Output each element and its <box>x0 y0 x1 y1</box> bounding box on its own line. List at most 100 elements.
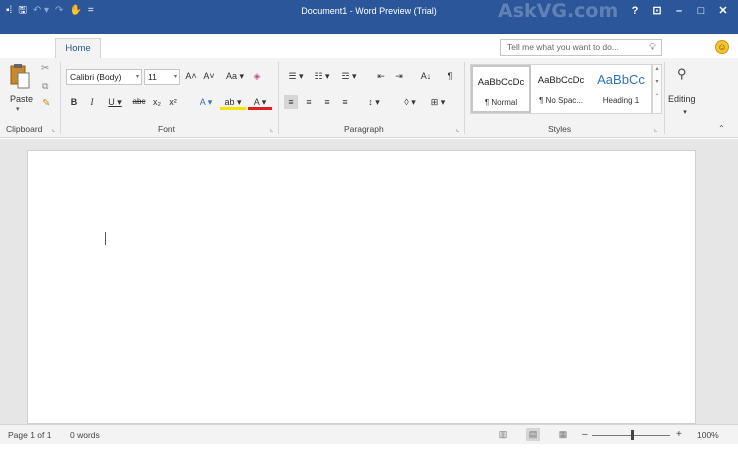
web-layout-icon[interactable]: ▦ <box>556 428 570 441</box>
title-bar: ▪⁞ 🖫 ↶ ▾ ↷ ✋ = Document1 - Word Preview … <box>0 0 738 60</box>
tab-insert[interactable]: Insert <box>112 38 146 58</box>
group-divider <box>464 62 465 134</box>
strikethrough-button[interactable]: abc <box>130 95 148 109</box>
italic-button[interactable]: I <box>86 95 98 109</box>
editing-dropdown-icon[interactable]: ▾ <box>680 106 690 120</box>
clipboard-group-label: Clipboard <box>6 124 43 134</box>
paragraph-group-label: Paragraph <box>344 124 384 134</box>
style-sample: AaBbCcDc <box>537 75 585 86</box>
style-heading-1[interactable]: AaBbCc Heading 1 <box>591 65 651 113</box>
styles-scroll[interactable]: ▴ ▾ ⌄ <box>652 64 662 114</box>
style-name: ¶ No Spac... <box>539 96 583 105</box>
decrease-indent-button[interactable]: ⇤ <box>374 69 388 83</box>
increase-indent-button[interactable]: ⇥ <box>392 69 406 83</box>
tab-review[interactable]: Review <box>396 38 438 58</box>
chevron-down-icon: ▾ <box>135 74 139 80</box>
bullets-button[interactable]: ☰ ▾ <box>284 69 308 83</box>
zoom-level[interactable]: 100% <box>697 430 719 440</box>
editing-button[interactable]: Editing <box>668 94 696 104</box>
tab-references[interactable]: References <box>266 38 324 58</box>
subscript-button[interactable]: x₂ <box>150 95 164 109</box>
group-divider <box>278 62 279 134</box>
align-right-button[interactable]: ≡ <box>320 95 334 109</box>
line-spacing-button[interactable]: ↕ ▾ <box>362 95 386 109</box>
text-cursor <box>105 232 106 245</box>
paste-dropdown-icon[interactable]: ▾ <box>16 105 20 113</box>
status-bar: Page 1 of 1 0 words ▥ ▤ ▦ – + 100% <box>0 424 738 444</box>
styles-gallery: AaBbCcDc ¶ Normal AaBbCcDc ¶ No Spac... … <box>470 64 652 114</box>
tell-me-search-input[interactable]: Tell me what you want to do... 💡︎ <box>500 39 662 56</box>
superscript-button[interactable]: x² <box>166 95 180 109</box>
style-no-spacing[interactable]: AaBbCcDc ¶ No Spac... <box>531 65 591 113</box>
document-page[interactable] <box>27 150 696 424</box>
style-name: ¶ Normal <box>484 98 518 107</box>
tab-design[interactable]: Design <box>158 38 198 58</box>
clipboard-launcher-icon[interactable]: ⌞ <box>52 125 55 133</box>
copy-icon[interactable]: ⧉ <box>42 81 48 92</box>
cut-icon[interactable]: ✂ <box>41 63 49 74</box>
text-effects-button[interactable]: A ▾ <box>194 95 218 109</box>
page-count[interactable]: Page 1 of 1 <box>8 430 51 440</box>
more-icon[interactable]: ⌄ <box>653 90 661 97</box>
style-sample: AaBbCcDc <box>477 77 525 88</box>
style-sample: AaBbCc <box>597 72 645 87</box>
shading-button[interactable]: ◊ ▾ <box>398 95 422 109</box>
multilevel-list-button[interactable]: ☲ ▾ <box>336 69 362 83</box>
binoculars-icon[interactable]: ⚲ <box>677 66 687 82</box>
sort-button[interactable]: A↓ <box>418 69 434 83</box>
collapse-ribbon-icon[interactable]: ⌃ <box>718 124 725 133</box>
window-bottom-edge <box>0 444 738 458</box>
word-count[interactable]: 0 words <box>70 430 100 440</box>
sign-in-link[interactable]: Sign in <box>681 40 710 51</box>
zoom-out-button[interactable]: – <box>582 429 588 440</box>
tab-layout[interactable]: Layout <box>212 38 252 58</box>
read-mode-icon[interactable]: ▥ <box>496 428 510 441</box>
tab-home[interactable]: Home <box>55 38 101 60</box>
numbering-button[interactable]: ☷ ▾ <box>310 69 334 83</box>
print-layout-icon[interactable]: ▤ <box>526 428 540 441</box>
document-canvas <box>0 139 738 424</box>
grow-font-button[interactable]: A˄ <box>183 69 199 83</box>
paste-button-label[interactable]: Paste <box>10 94 33 104</box>
zoom-slider-thumb[interactable] <box>631 430 634 440</box>
shrink-font-button[interactable]: A˅ <box>201 69 217 83</box>
ribbon-home: Paste ▾ ✂ ⧉ ✎ Clipboard ⌞ Calibri (Body)… <box>0 58 738 138</box>
show-formatting-button[interactable]: ¶ <box>444 69 456 83</box>
ribbon-display-options-icon[interactable]: ⊡ <box>646 3 668 19</box>
bold-button[interactable]: B <box>68 95 80 109</box>
chevron-up-icon[interactable]: ▴ <box>653 65 661 72</box>
center-button[interactable]: ≡ <box>302 95 316 109</box>
feedback-smiley-icon[interactable]: ☺ <box>715 40 729 54</box>
font-launcher-icon[interactable]: ⌞ <box>270 125 273 133</box>
window-controls: ? ⊡ – □ ✕ <box>624 3 734 19</box>
font-color-button[interactable]: A ▾ <box>248 95 272 110</box>
close-button[interactable]: ✕ <box>712 3 734 19</box>
align-left-button[interactable]: ≡ <box>284 95 298 109</box>
maximize-button[interactable]: □ <box>690 3 712 19</box>
minimize-button[interactable]: – <box>668 3 690 19</box>
tell-me-placeholder: Tell me what you want to do... <box>507 42 619 52</box>
styles-group-label: Styles <box>548 124 572 134</box>
justify-button[interactable]: ≡ <box>338 95 352 109</box>
clear-formatting-button[interactable]: ◈ <box>250 69 264 83</box>
underline-button[interactable]: U ▾ <box>104 95 126 109</box>
style-normal[interactable]: AaBbCcDc ¶ Normal <box>471 65 531 113</box>
font-size-value: 11 <box>148 72 157 82</box>
tab-view[interactable]: View <box>452 38 482 58</box>
tab-file[interactable]: File <box>14 38 42 58</box>
format-painter-icon[interactable]: ✎ <box>42 98 50 109</box>
highlight-color-button[interactable]: ab ▾ <box>220 95 246 110</box>
chevron-down-icon[interactable]: ▾ <box>653 78 661 85</box>
help-icon[interactable]: ? <box>624 3 646 19</box>
borders-button[interactable]: ⊞ ▾ <box>426 95 450 109</box>
font-name-select[interactable]: Calibri (Body) ▾ <box>66 69 142 85</box>
tab-mailings[interactable]: Mailings <box>336 38 384 58</box>
zoom-in-button[interactable]: + <box>676 429 682 440</box>
change-case-button[interactable]: Aa ▾ <box>222 69 248 83</box>
styles-launcher-icon[interactable]: ⌞ <box>654 125 657 133</box>
paragraph-launcher-icon[interactable]: ⌞ <box>456 125 459 133</box>
font-size-select[interactable]: 11 ▾ <box>144 69 180 85</box>
paste-icon[interactable] <box>10 63 30 89</box>
chevron-down-icon: ▾ <box>173 74 177 80</box>
style-name: Heading 1 <box>602 96 640 105</box>
